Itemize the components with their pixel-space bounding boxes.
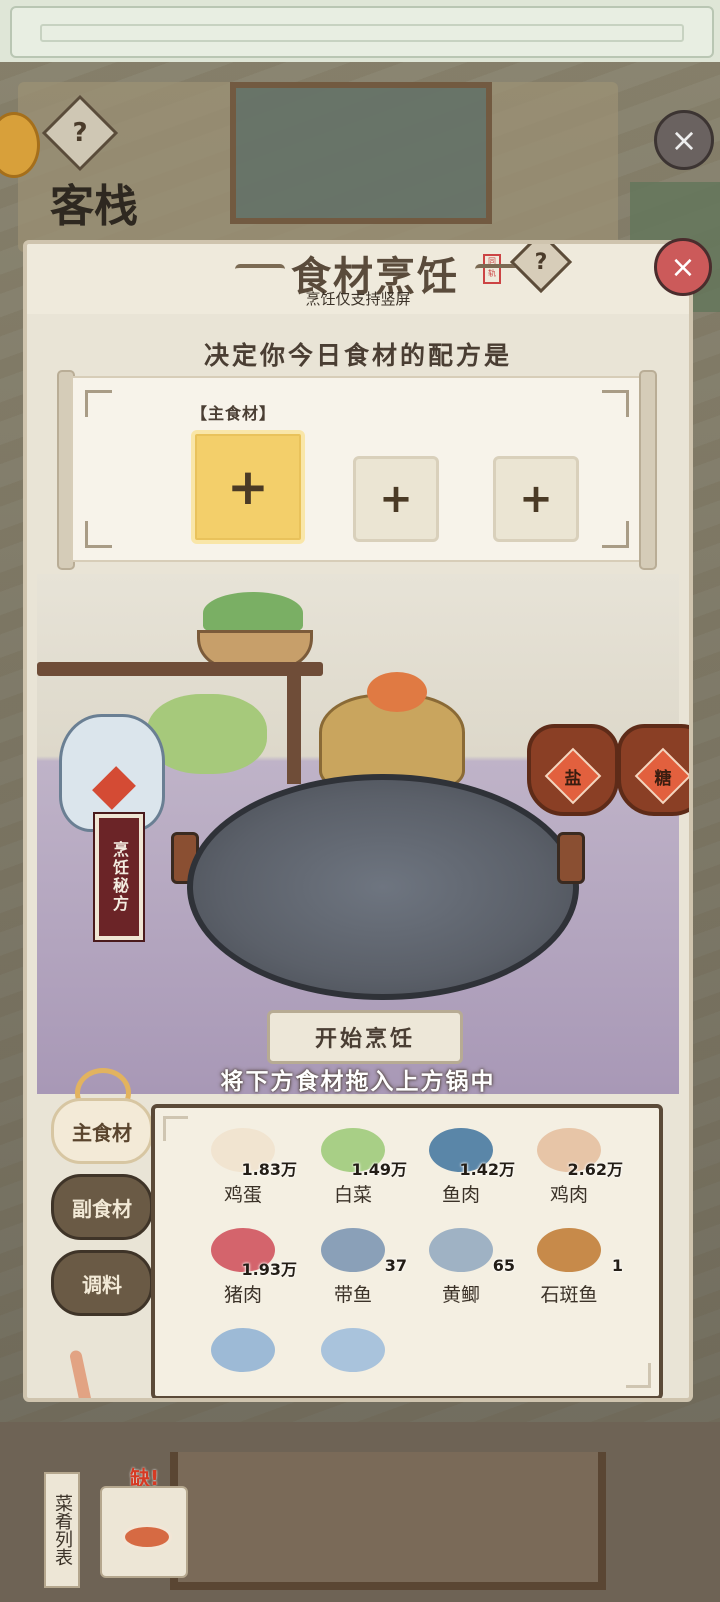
tray-corner bbox=[626, 1363, 651, 1388]
panel-header: 食材烹饪 同轨 ? 烹饪仅支持竖屏 bbox=[27, 244, 689, 314]
ingredient-count: 1.42万 bbox=[459, 1160, 515, 1179]
ingredient-tray: 1.83万 鸡蛋 1.49万 白菜 1.42万 鱼肉 2.62万 鸡肉 1.93万 猪肉 37 带鱼 6… bbox=[151, 1104, 663, 1398]
wok-handle-right bbox=[557, 832, 585, 884]
ingredient-count: 2.62万 bbox=[567, 1160, 623, 1179]
recipe-scroll: 【主食材】 + + + bbox=[57, 370, 657, 570]
secret-recipe-button[interactable]: 烹饪秘方 bbox=[95, 814, 143, 940]
help-icon: ? bbox=[534, 249, 548, 275]
ingredient-name: 黄鲫 bbox=[441, 1284, 480, 1306]
ingredient-name: 猪肉 bbox=[223, 1284, 262, 1306]
ingredient-item[interactable]: 37 带鱼 bbox=[303, 1228, 413, 1328]
top-status-frame bbox=[10, 6, 714, 58]
ingredient-count: 1 bbox=[611, 1256, 623, 1275]
bed-scene bbox=[230, 82, 492, 224]
ingredient-count: 1.93万 bbox=[241, 1260, 297, 1279]
tab-seasonings[interactable]: 调料 bbox=[51, 1250, 153, 1316]
sugar-jar[interactable]: 糖 bbox=[617, 724, 689, 816]
tray-corner bbox=[163, 1116, 188, 1141]
ingredient-slot-3[interactable]: + bbox=[493, 456, 579, 542]
help-icon: ? bbox=[72, 118, 88, 148]
close-icon: × bbox=[670, 249, 696, 285]
shelf-leg bbox=[287, 674, 301, 784]
ingredient-name: 白菜 bbox=[333, 1184, 372, 1206]
carrot-icon bbox=[367, 672, 427, 712]
salt-jar[interactable]: 盐 bbox=[527, 724, 619, 816]
top-status-band bbox=[0, 0, 720, 65]
dish-slot[interactable] bbox=[100, 1486, 188, 1578]
ingredient-count: 1.83万 bbox=[241, 1160, 297, 1179]
ingredient-name: 石斑鱼 bbox=[540, 1284, 598, 1306]
tab-side-ingredients[interactable]: 副食材 bbox=[51, 1174, 153, 1240]
ingredient-tabs: 主食材 副食材 调料 bbox=[45, 1098, 155, 1398]
ingredient-name: 带鱼 bbox=[333, 1284, 372, 1306]
recipe-prompt: 决定你今日食材的配方是 bbox=[203, 341, 512, 370]
corner-ornament bbox=[602, 521, 629, 548]
sugar-label: 糖 bbox=[654, 768, 672, 789]
ingredient-item[interactable] bbox=[193, 1328, 303, 1398]
ingredient-item[interactable]: 1.93万猪肉 bbox=[193, 1228, 303, 1328]
background-title: 客栈 bbox=[50, 181, 138, 232]
title-wrap: 食材烹饪 同轨 bbox=[235, 248, 525, 300]
soy-sauce-label bbox=[92, 766, 136, 810]
scroll-paper: 【主食材】 + + + bbox=[71, 376, 643, 562]
fish-icon bbox=[211, 1328, 275, 1372]
portrait-only-note: 烹饪仅支持竖屏 bbox=[305, 290, 411, 308]
main-ingredient-label: 【主食材】 bbox=[191, 404, 277, 423]
ingredient-count: 37 bbox=[384, 1256, 407, 1275]
corner-ornament bbox=[602, 390, 629, 417]
panel-close-button[interactable]: × bbox=[654, 238, 712, 296]
tab-main-ingredients[interactable]: 主食材 bbox=[51, 1098, 153, 1164]
dish-list-button[interactable]: 菜肴列表 bbox=[44, 1472, 80, 1588]
ingredient-item[interactable]: 2.62万鸡肉 bbox=[519, 1128, 629, 1228]
ingredient-item[interactable] bbox=[303, 1328, 413, 1398]
corner-ornament bbox=[85, 390, 112, 417]
counter-scene bbox=[170, 1452, 606, 1590]
ingredient-name: 鱼肉 bbox=[441, 1184, 480, 1206]
ingredient-item[interactable]: 1.42万鱼肉 bbox=[411, 1128, 521, 1228]
start-cooking-button[interactable]: 开始烹饪 bbox=[267, 1010, 463, 1064]
ingredient-item[interactable]: 1.83万鸡蛋 bbox=[193, 1128, 303, 1228]
salt-label: 盐 bbox=[564, 768, 582, 789]
close-icon: × bbox=[670, 121, 698, 159]
shelf bbox=[37, 662, 323, 676]
ingredient-item[interactable]: 1 石斑鱼 bbox=[519, 1228, 629, 1328]
ingredient-count: 1.49万 bbox=[351, 1160, 407, 1179]
fish-icon bbox=[321, 1328, 385, 1372]
ingredient-slot-2[interactable]: + bbox=[353, 456, 439, 542]
title-swirl-left bbox=[235, 264, 285, 274]
dish-icon bbox=[122, 1524, 172, 1550]
cooking-panel: 食材烹饪 同轨 ? 烹饪仅支持竖屏 决定你今日食材的配方是 【主食材】 + + … bbox=[23, 240, 693, 1402]
main-ingredient-slot[interactable]: + bbox=[191, 430, 305, 544]
ingredient-item[interactable]: 65 黄鲫 bbox=[411, 1228, 521, 1328]
cabbage-icon bbox=[147, 694, 267, 774]
ingredient-item[interactable]: 1.49万白菜 bbox=[303, 1128, 413, 1228]
cabbage-basket-icon bbox=[203, 592, 303, 634]
ingredient-count: 65 bbox=[492, 1256, 515, 1275]
corner-ornament bbox=[85, 521, 112, 548]
wok-drop-target[interactable] bbox=[187, 774, 579, 1000]
ingredient-name: 鸡蛋 bbox=[223, 1184, 262, 1206]
background-close-button[interactable]: × bbox=[654, 110, 714, 170]
scroll-rod-right bbox=[639, 370, 657, 570]
ingredient-name: 鸡肉 bbox=[549, 1184, 588, 1206]
